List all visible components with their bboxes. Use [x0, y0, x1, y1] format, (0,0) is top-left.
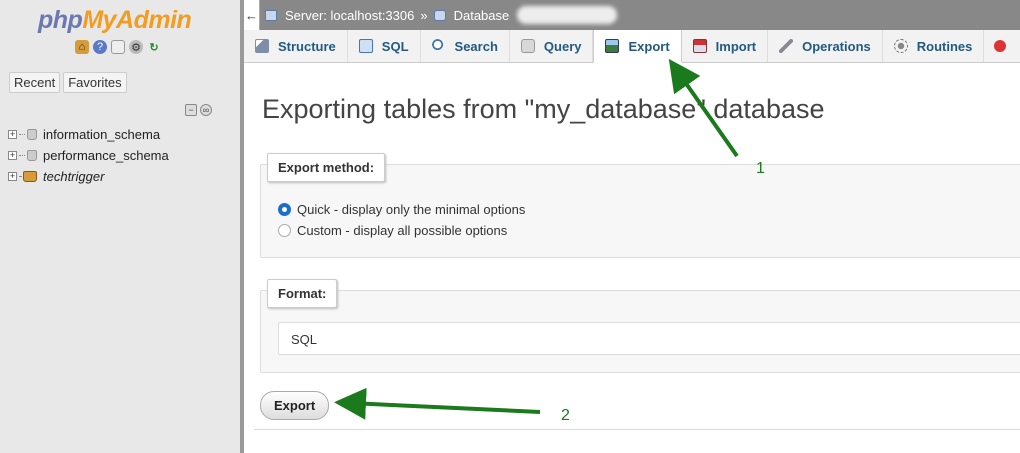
breadcrumb-separator: »: [420, 7, 428, 23]
settings-icon[interactable]: ⚙: [129, 40, 143, 54]
docs-icon[interactable]: [111, 40, 125, 54]
database-group-icon: [23, 171, 37, 182]
db-item-information-schema[interactable]: + information_schema: [8, 124, 169, 145]
tab-query[interactable]: Query: [510, 30, 594, 62]
format-fieldset: Format: SQL: [260, 279, 1020, 373]
operations-icon: [779, 39, 794, 53]
redacted-database-name: [517, 6, 618, 24]
sql-icon: [358, 39, 373, 53]
custom-radio[interactable]: [278, 224, 291, 237]
favorites-button[interactable]: Favorites: [63, 72, 127, 93]
breadcrumb-database[interactable]: Database: [433, 6, 618, 24]
export-icon: [605, 39, 620, 53]
database-icon: [27, 129, 37, 140]
expand-icon[interactable]: +: [8, 130, 17, 139]
quick-radio[interactable]: [278, 203, 291, 216]
export-button[interactable]: Export: [260, 391, 330, 420]
custom-option[interactable]: Custom - display all possible options: [278, 223, 507, 238]
expand-icon[interactable]: +: [8, 151, 17, 160]
server-icon: [265, 9, 277, 21]
tab-routines[interactable]: Routines: [883, 30, 985, 62]
export-method-fieldset: Export method: Quick - display only the …: [260, 153, 1020, 258]
quick-option-label[interactable]: Quick - display only the minimal options: [297, 202, 525, 217]
db-item-techtrigger[interactable]: + techtrigger: [8, 166, 169, 187]
database-icon: [27, 150, 37, 161]
db-item-performance-schema[interactable]: + performance_schema: [8, 145, 169, 166]
query-icon: [520, 39, 535, 53]
tab-operations[interactable]: Operations: [768, 30, 883, 62]
link-icon[interactable]: ∞: [200, 104, 212, 116]
reload-icon[interactable]: ↻: [147, 40, 161, 54]
annotation-label-2: 2: [561, 407, 570, 424]
db-name[interactable]: information_schema: [43, 127, 160, 142]
breadcrumb: ← Server: localhost:3306 » Database: [244, 0, 1020, 30]
quick-icons: ⌂ ? ⚙ ↻: [75, 40, 161, 54]
format-select[interactable]: SQL: [278, 322, 1020, 355]
custom-option-label[interactable]: Custom - display all possible options: [297, 223, 507, 238]
database-icon: [433, 9, 446, 21]
divider: [254, 429, 1020, 430]
quick-option[interactable]: Quick - display only the minimal options: [278, 202, 525, 217]
collapse-all-icon[interactable]: −: [185, 104, 197, 116]
collapse-sidebar-button[interactable]: ←: [244, 0, 260, 30]
tab-import[interactable]: Import: [682, 30, 769, 62]
help-icon[interactable]: ?: [93, 40, 107, 54]
export-method-legend: Export method:: [267, 153, 386, 182]
structure-icon: [255, 39, 269, 53]
page-title: Exporting tables from "my_database" data…: [262, 94, 825, 124]
routines-icon: [893, 39, 908, 53]
import-icon: [692, 39, 707, 53]
tab-sql[interactable]: SQL: [348, 30, 421, 62]
format-legend: Format:: [267, 279, 338, 308]
tab-structure[interactable]: Structure: [244, 30, 348, 62]
tree-controls: − ∞: [185, 104, 212, 116]
more-tabs-icon[interactable]: [994, 40, 1007, 52]
tab-bar: Structure SQL Search Query Export Import…: [244, 30, 1020, 63]
db-name[interactable]: performance_schema: [43, 148, 169, 163]
home-icon[interactable]: ⌂: [75, 40, 89, 54]
app-window: phpMyAdmin ⌂ ? ⚙ ↻ Recent Favorites − ∞ …: [0, 0, 1020, 453]
expand-icon[interactable]: +: [8, 172, 17, 181]
annotation-label-1: 1: [756, 160, 765, 177]
db-name[interactable]: techtrigger: [43, 169, 104, 184]
phpmyadmin-logo[interactable]: phpMyAdmin: [38, 6, 192, 35]
recent-button[interactable]: Recent: [9, 72, 61, 93]
main-content: Exporting tables from "my_database" data…: [244, 63, 1020, 453]
breadcrumb-server[interactable]: Server: localhost:3306: [265, 8, 414, 23]
tab-export[interactable]: Export: [593, 30, 682, 63]
tab-search[interactable]: Search: [421, 30, 510, 62]
search-icon: [431, 39, 446, 53]
database-tree: + information_schema + performance_schem…: [8, 124, 169, 187]
navigation-sidebar: phpMyAdmin ⌂ ? ⚙ ↻ Recent Favorites − ∞ …: [0, 0, 240, 453]
recent-favorites-tabs: Recent Favorites: [9, 72, 127, 93]
